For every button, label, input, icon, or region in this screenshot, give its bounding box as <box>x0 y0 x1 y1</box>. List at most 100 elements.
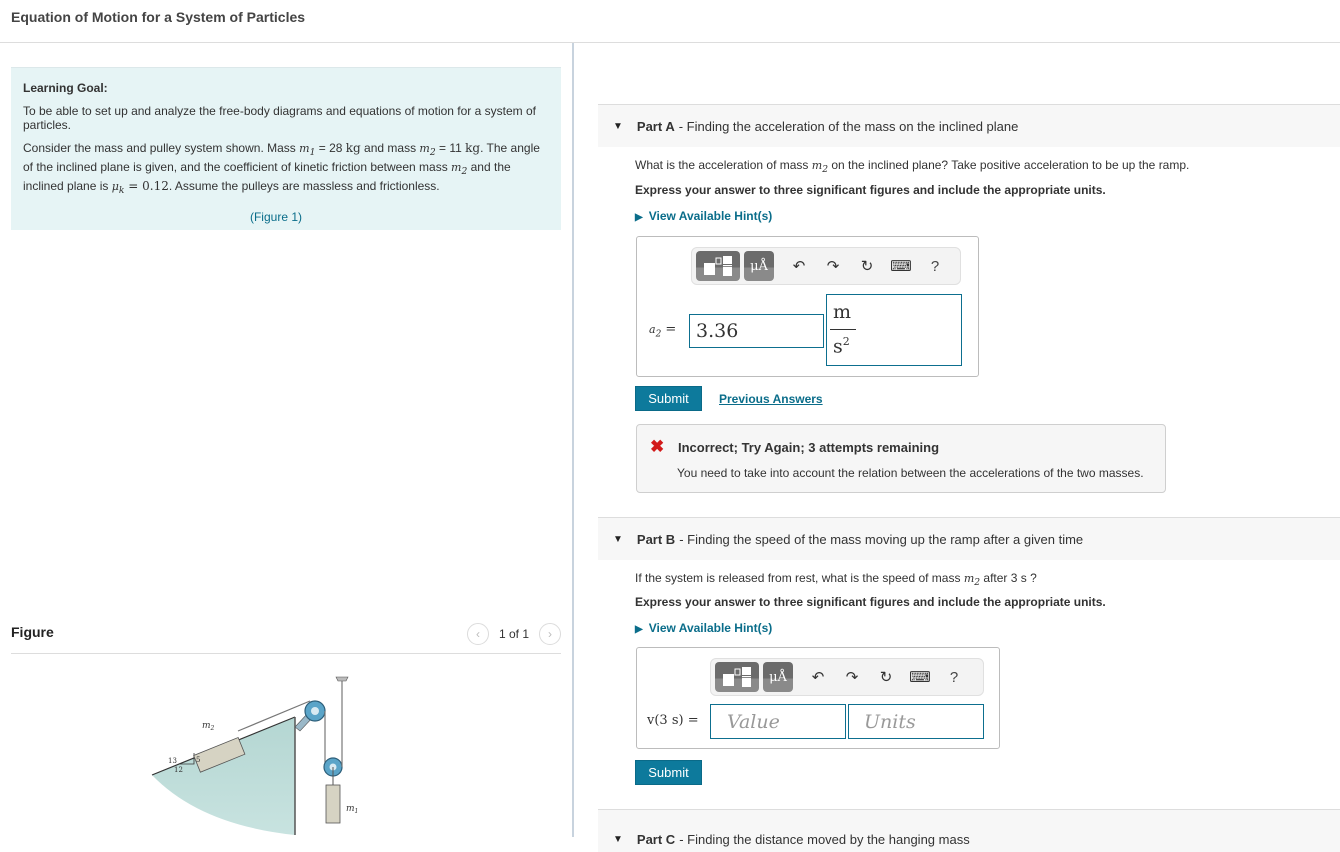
block-m1 <box>325 784 341 824</box>
part-b-math-toolbar: μÅ ↶ ↷ ↻ ⌨ ? <box>710 658 984 696</box>
unit-kg: kg <box>465 141 481 155</box>
figure-link[interactable]: (Figure 1) <box>23 210 549 224</box>
part-b-hints-toggle[interactable]: ▶ View Available Hint(s) <box>635 621 772 635</box>
unit-denominator: s2 <box>833 335 850 357</box>
inclined-plane <box>152 717 295 835</box>
m2-symbol: m2 <box>963 572 980 588</box>
den: s <box>833 335 843 358</box>
collapse-triangle-icon: ▼ <box>613 120 623 132</box>
sym: m <box>299 142 310 155</box>
learning-goal-title: Learning Goal: <box>23 81 108 95</box>
part-b-units-input[interactable] <box>848 704 984 739</box>
expand-triangle-icon: ▶ <box>635 212 643 223</box>
previous-answers-link[interactable]: Previous Answers <box>719 392 823 406</box>
redo-icon[interactable]: ↷ <box>816 257 850 275</box>
part-a-feedback: ✖ Incorrect; Try Again; 3 attempts remai… <box>636 424 1166 493</box>
templates-button[interactable] <box>696 251 740 281</box>
m2-symbol: m2 <box>811 159 828 175</box>
chevron-right-icon: › <box>548 627 552 641</box>
sym: m <box>811 159 823 172</box>
text: and mass <box>360 141 420 155</box>
collapse-triangle-icon: ▼ <box>613 833 623 845</box>
figure-pager: ‹ 1 of 1 › <box>466 623 561 645</box>
pulley-system-figure[interactable]: m2 m1 13 5 12 <box>140 665 370 837</box>
part-a-value-field[interactable] <box>690 315 823 347</box>
part-b-instructions: Express your answer to three significant… <box>635 595 1106 609</box>
m1-symbol: m1 <box>299 142 315 158</box>
text: = 28 <box>315 141 346 155</box>
part-a-hints-toggle[interactable]: ▶ View Available Hint(s) <box>635 209 772 223</box>
unit-numerator: m <box>833 301 852 323</box>
part-b-answer-box: μÅ ↶ ↷ ↻ ⌨ ? v(3 s) = <box>636 647 1000 749</box>
part-a-value-input[interactable] <box>689 314 824 348</box>
part-a-question: What is the acceleration of mass m2 on t… <box>635 158 1189 175</box>
text: after 3 s ? <box>980 571 1037 585</box>
top-pulley-hub <box>311 707 319 715</box>
next-figure-button[interactable]: › <box>539 623 561 645</box>
m2-symbol: m2 <box>451 161 467 177</box>
prev-figure-button[interactable]: ‹ <box>466 623 489 645</box>
part-a-math-toolbar: μÅ ↶ ↷ ↻ ⌨ ? <box>691 247 961 285</box>
part-a-equation-label: a2 = <box>649 322 676 340</box>
figure-label: Figure <box>11 624 54 640</box>
text: on the inclined plane? Take positive acc… <box>828 158 1190 172</box>
part-b-value-input[interactable] <box>710 704 846 739</box>
text: = 11 <box>435 141 466 155</box>
sym: m <box>963 572 975 585</box>
exp: 2 <box>842 335 850 348</box>
part-b-question: If the system is released from rest, wha… <box>635 571 1037 588</box>
collapse-triangle-icon: ▼ <box>613 533 623 545</box>
m2-symbol: m2 <box>419 142 435 158</box>
ceiling-mount <box>335 676 349 682</box>
hint-label: View Available Hint(s) <box>648 621 773 635</box>
reset-icon[interactable]: ↻ <box>850 257 884 275</box>
label-hyp: 13 <box>168 757 177 765</box>
unit-kg: kg <box>345 141 361 155</box>
part-c-title: - Finding the distance moved by the hang… <box>679 831 970 847</box>
equals: = <box>661 322 677 337</box>
part-b-units-field[interactable] <box>849 705 983 738</box>
figure-page-count: 1 of 1 <box>498 627 529 641</box>
part-c-header[interactable]: ▼ Part C - Finding the distance moved by… <box>598 809 1340 852</box>
fraction-template-icon <box>723 667 751 687</box>
page-title: Equation of Motion for a System of Parti… <box>11 9 306 25</box>
keyboard-icon[interactable]: ⌨ <box>884 257 918 275</box>
learning-goal-text: To be able to set up and analyze the fre… <box>23 104 536 132</box>
units-button[interactable]: μÅ <box>763 662 793 692</box>
column-divider[interactable] <box>572 43 574 837</box>
part-a-instructions: Express your answer to three significant… <box>635 183 1106 197</box>
text: . Assume the pulleys are massless and fr… <box>168 179 440 194</box>
text: If the system is released from rest, wha… <box>635 571 964 585</box>
figure-header: Figure ‹ 1 of 1 › <box>11 620 561 654</box>
sym: m <box>451 161 462 175</box>
redo-icon[interactable]: ↷ <box>835 668 869 686</box>
help-button[interactable]: ? <box>918 258 952 275</box>
undo-icon[interactable]: ↶ <box>801 668 835 686</box>
text: What is the acceleration of mass <box>635 158 812 172</box>
chevron-left-icon: ‹ <box>475 627 480 641</box>
mu-value: = 0.12 <box>124 179 169 194</box>
undo-icon[interactable]: ↶ <box>782 257 816 275</box>
part-b-name: Part B <box>636 531 676 547</box>
templates-button[interactable] <box>715 662 759 692</box>
part-a-title: - Finding the acceleration of the mass o… <box>678 118 1019 134</box>
keyboard-icon[interactable]: ⌨ <box>903 668 937 686</box>
part-b-submit-button[interactable]: Submit <box>635 760 702 785</box>
part-b-value-field[interactable] <box>711 705 845 738</box>
fraction-template-icon <box>704 256 732 276</box>
part-a-units-input[interactable]: m s2 <box>826 294 962 366</box>
units-button[interactable]: μÅ <box>744 251 774 281</box>
sym: μ <box>111 180 119 194</box>
mu-k-symbol: μk <box>111 180 125 196</box>
problem-statement: Consider the mass and pulley system show… <box>23 141 549 199</box>
part-a-submit-button[interactable]: Submit <box>635 386 702 411</box>
part-a-header[interactable]: ▼ Part A - Finding the acceleration of t… <box>598 104 1340 147</box>
help-button[interactable]: ? <box>937 669 971 686</box>
part-a-answer-box: μÅ ↶ ↷ ↻ ⌨ ? a2 = m s2 <box>636 236 979 377</box>
expand-triangle-icon: ▶ <box>635 624 643 635</box>
label-m1: m1 <box>346 804 358 815</box>
reset-icon[interactable]: ↻ <box>869 668 903 686</box>
incorrect-x-icon: ✖ <box>650 437 665 456</box>
part-b-header[interactable]: ▼ Part B - Finding the speed of the mass… <box>598 517 1340 560</box>
feedback-message: You need to take into account the relati… <box>677 466 1144 480</box>
